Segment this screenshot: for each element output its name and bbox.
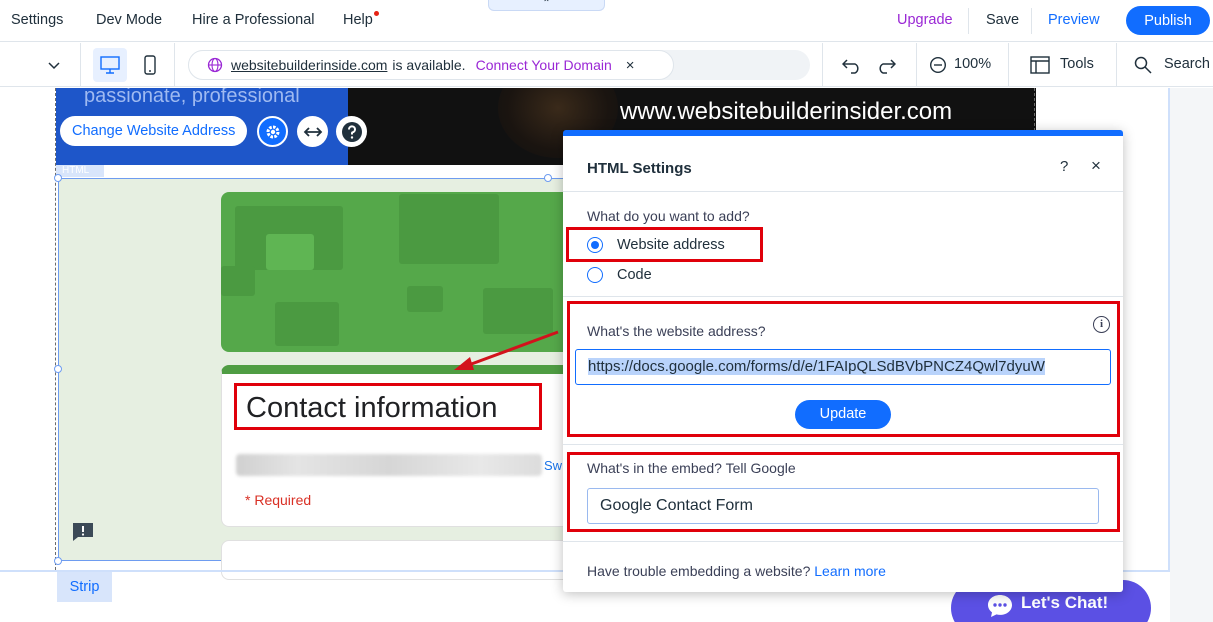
panel-divider bbox=[563, 444, 1123, 445]
menu-dev-mode[interactable]: Dev Mode bbox=[96, 12, 162, 28]
radio-code[interactable] bbox=[587, 267, 603, 283]
redo-icon[interactable] bbox=[876, 56, 896, 74]
domain-notice: websitebuilderinside.com is available. C… bbox=[188, 50, 674, 80]
url-bar: websitebuilderinside.com is available. C… bbox=[188, 50, 810, 80]
change-website-address-button[interactable]: Change Website Address bbox=[60, 116, 248, 146]
video-camera-graphic bbox=[407, 286, 443, 312]
tools-button[interactable]: Tools bbox=[1060, 56, 1094, 72]
banner-url-text: www.websitebuilderinsider.com bbox=[620, 98, 953, 125]
stretch-button[interactable] bbox=[297, 116, 328, 147]
html-element-tag: HTML bbox=[56, 165, 104, 177]
learn-more-link[interactable]: Learn more bbox=[814, 563, 886, 579]
panel-footer: Have trouble embedding a website? Learn … bbox=[587, 563, 886, 579]
panel-divider bbox=[563, 296, 1123, 297]
panel-title: HTML Settings bbox=[587, 160, 692, 177]
divider bbox=[1008, 43, 1009, 87]
chat-bubble-graphic bbox=[399, 194, 499, 264]
menu-settings[interactable]: Settings bbox=[11, 12, 63, 28]
globe-icon bbox=[207, 57, 223, 73]
search-button[interactable]: Search bbox=[1164, 56, 1210, 72]
stretch-icon bbox=[303, 126, 322, 137]
resize-handle-left[interactable] bbox=[54, 365, 62, 373]
upgrade-link[interactable]: Upgrade bbox=[897, 12, 953, 28]
save-button[interactable]: Save bbox=[986, 12, 1019, 28]
section-guide-left bbox=[55, 88, 56, 570]
divider bbox=[916, 43, 917, 87]
mobile-icon bbox=[144, 55, 156, 75]
highlight-box-embed-title bbox=[567, 452, 1120, 532]
section-guide-right bbox=[1034, 88, 1035, 136]
undo-icon[interactable] bbox=[842, 56, 862, 74]
resize-handle-top[interactable] bbox=[544, 174, 552, 182]
menu-hire-professional[interactable]: Hire a Professional bbox=[192, 12, 315, 28]
notification-dot bbox=[374, 11, 379, 16]
html-settings-panel: HTML Settings ? × What do you want to ad… bbox=[563, 130, 1123, 592]
blurred-account-email bbox=[236, 454, 542, 476]
strip-label[interactable]: Strip bbox=[57, 572, 112, 602]
site-domain[interactable]: websitebuilderinside.com bbox=[231, 57, 387, 73]
resize-handle-bottom-left[interactable] bbox=[54, 557, 62, 565]
divider bbox=[968, 8, 969, 34]
zoom-out-icon[interactable] bbox=[929, 56, 947, 74]
gear-icon bbox=[266, 125, 279, 138]
lets-chat-label: Let's Chat! bbox=[1021, 593, 1109, 612]
canvas-gutter bbox=[1170, 88, 1213, 622]
preview-button[interactable]: Preview bbox=[1048, 12, 1100, 28]
switch-account-link[interactable]: Sw bbox=[544, 458, 562, 473]
radio-code-label[interactable]: Code bbox=[617, 267, 652, 283]
help-button[interactable] bbox=[336, 116, 367, 147]
chat-icon bbox=[988, 595, 1012, 617]
collapse-toolbar-handle[interactable]: ⌃ bbox=[488, 0, 605, 11]
divider bbox=[822, 43, 823, 87]
panel-divider bbox=[563, 541, 1123, 542]
chat-bubble-graphic bbox=[275, 302, 339, 346]
annotation-arrow bbox=[454, 330, 559, 370]
menu-help[interactable]: Help bbox=[343, 12, 373, 28]
divider bbox=[1031, 8, 1032, 34]
divider bbox=[174, 43, 175, 87]
footer-text: Have trouble embedding a website? bbox=[587, 563, 811, 579]
divider bbox=[1116, 43, 1117, 87]
resize-handle-top-left[interactable] bbox=[54, 174, 62, 182]
highlight-box-form-title bbox=[234, 383, 542, 430]
tools-icon[interactable] bbox=[1030, 56, 1050, 74]
panel-divider bbox=[563, 191, 1123, 192]
panel-close-button[interactable]: × bbox=[1091, 156, 1101, 176]
desktop-view-button[interactable] bbox=[93, 48, 127, 82]
divider bbox=[80, 43, 81, 87]
mobile-view-button[interactable] bbox=[140, 53, 160, 77]
chevron-down-icon[interactable] bbox=[46, 57, 62, 73]
desktop-icon bbox=[100, 56, 120, 74]
top-menu-bar: Settings Dev Mode Hire a Professional He… bbox=[0, 0, 1213, 42]
add-type-label: What do you want to add? bbox=[587, 208, 750, 224]
site-tagline: passionate, professional bbox=[84, 88, 300, 107]
connect-domain-link[interactable]: Connect Your Domain bbox=[476, 57, 612, 73]
highlight-box-radio bbox=[566, 227, 763, 262]
domain-availability: is available. bbox=[392, 57, 466, 73]
chat-bubble-graphic bbox=[266, 234, 314, 270]
video-camera-graphic bbox=[221, 266, 255, 296]
help-icon bbox=[341, 121, 362, 142]
zoom-level[interactable]: 100% bbox=[954, 56, 991, 72]
panel-help-button[interactable]: ? bbox=[1060, 158, 1068, 175]
comment-icon[interactable] bbox=[72, 522, 94, 542]
required-note: * Required bbox=[245, 492, 312, 508]
search-icon[interactable] bbox=[1134, 56, 1152, 74]
stage-border bbox=[1168, 88, 1170, 570]
dismiss-domain-button[interactable]: × bbox=[626, 57, 635, 74]
publish-button[interactable]: Publish bbox=[1126, 6, 1210, 35]
highlight-box-address bbox=[567, 301, 1120, 437]
settings-button[interactable] bbox=[257, 116, 288, 147]
form-question-card bbox=[221, 540, 571, 580]
editor-toolbar: websitebuilderinside.com is available. C… bbox=[0, 43, 1213, 87]
